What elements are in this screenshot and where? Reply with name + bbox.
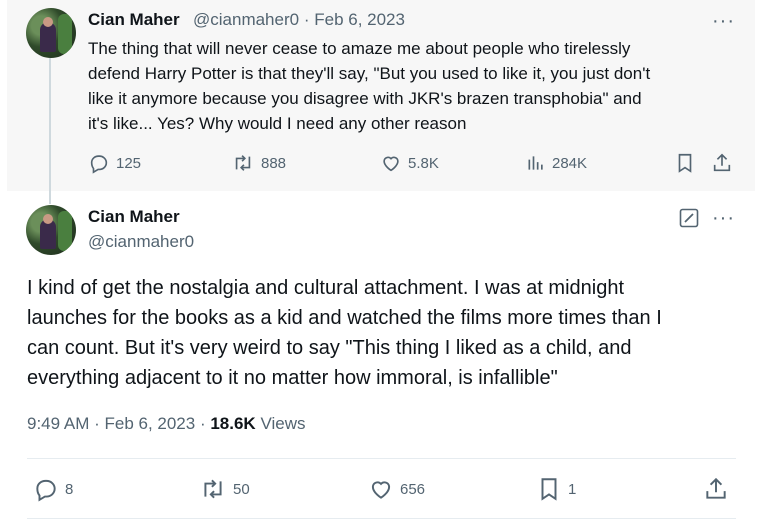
author-name[interactable]: Cian Maher — [88, 207, 180, 227]
more-icon[interactable]: ··· — [712, 11, 735, 31]
bookmark-button[interactable] — [674, 152, 696, 174]
tweet-time[interactable]: 9:49 AM — [27, 414, 89, 433]
tweet-date[interactable]: Feb 6, 2023 — [104, 414, 195, 433]
views-icon — [528, 156, 543, 170]
more-icon[interactable]: ··· — [712, 208, 735, 228]
bookmark-icon — [541, 478, 557, 501]
reply-button[interactable]: 8 — [33, 476, 73, 502]
edit-icon[interactable] — [679, 208, 699, 228]
author-handle[interactable]: @cianmaher0 · Feb 6, 2023 — [193, 10, 405, 30]
tweet-meta: 9:49 AM · Feb 6, 2023 · 18.6K Views — [27, 414, 306, 433]
share-icon — [713, 153, 731, 172]
tweet-date: Feb 6, 2023 — [314, 10, 405, 29]
views-label: Views — [255, 414, 306, 433]
divider — [27, 518, 736, 519]
like-icon — [383, 156, 399, 172]
like-button[interactable]: 656 — [368, 476, 425, 502]
avatar[interactable] — [26, 205, 76, 255]
divider — [27, 458, 736, 459]
repost-icon — [204, 479, 222, 499]
share-button[interactable] — [711, 152, 733, 174]
repost-icon — [235, 155, 251, 171]
tweet-text: I kind of get the nostalgia and cultural… — [27, 277, 662, 389]
tweet-text: The thing that will never cease to amaze… — [88, 39, 651, 133]
reply-button[interactable]: 125 — [88, 152, 141, 174]
repost-button[interactable]: 50 — [199, 476, 250, 502]
author-name[interactable]: Cian Maher — [88, 10, 180, 30]
views-button[interactable]: 284K — [526, 152, 587, 174]
bookmark-button[interactable]: 1 — [536, 476, 576, 502]
thread-line — [49, 58, 51, 204]
author-handle[interactable]: @cianmaher0 — [88, 232, 194, 252]
avatar[interactable] — [26, 8, 76, 58]
share-icon — [706, 477, 726, 499]
like-icon — [371, 481, 391, 499]
reply-icon — [36, 479, 56, 502]
like-button[interactable]: 5.8K — [380, 152, 439, 174]
views-count[interactable]: 18.6K — [210, 414, 255, 433]
reply-icon — [90, 155, 108, 174]
repost-button[interactable]: 888 — [231, 152, 286, 174]
bookmark-icon — [678, 153, 692, 173]
share-button[interactable] — [703, 476, 729, 502]
